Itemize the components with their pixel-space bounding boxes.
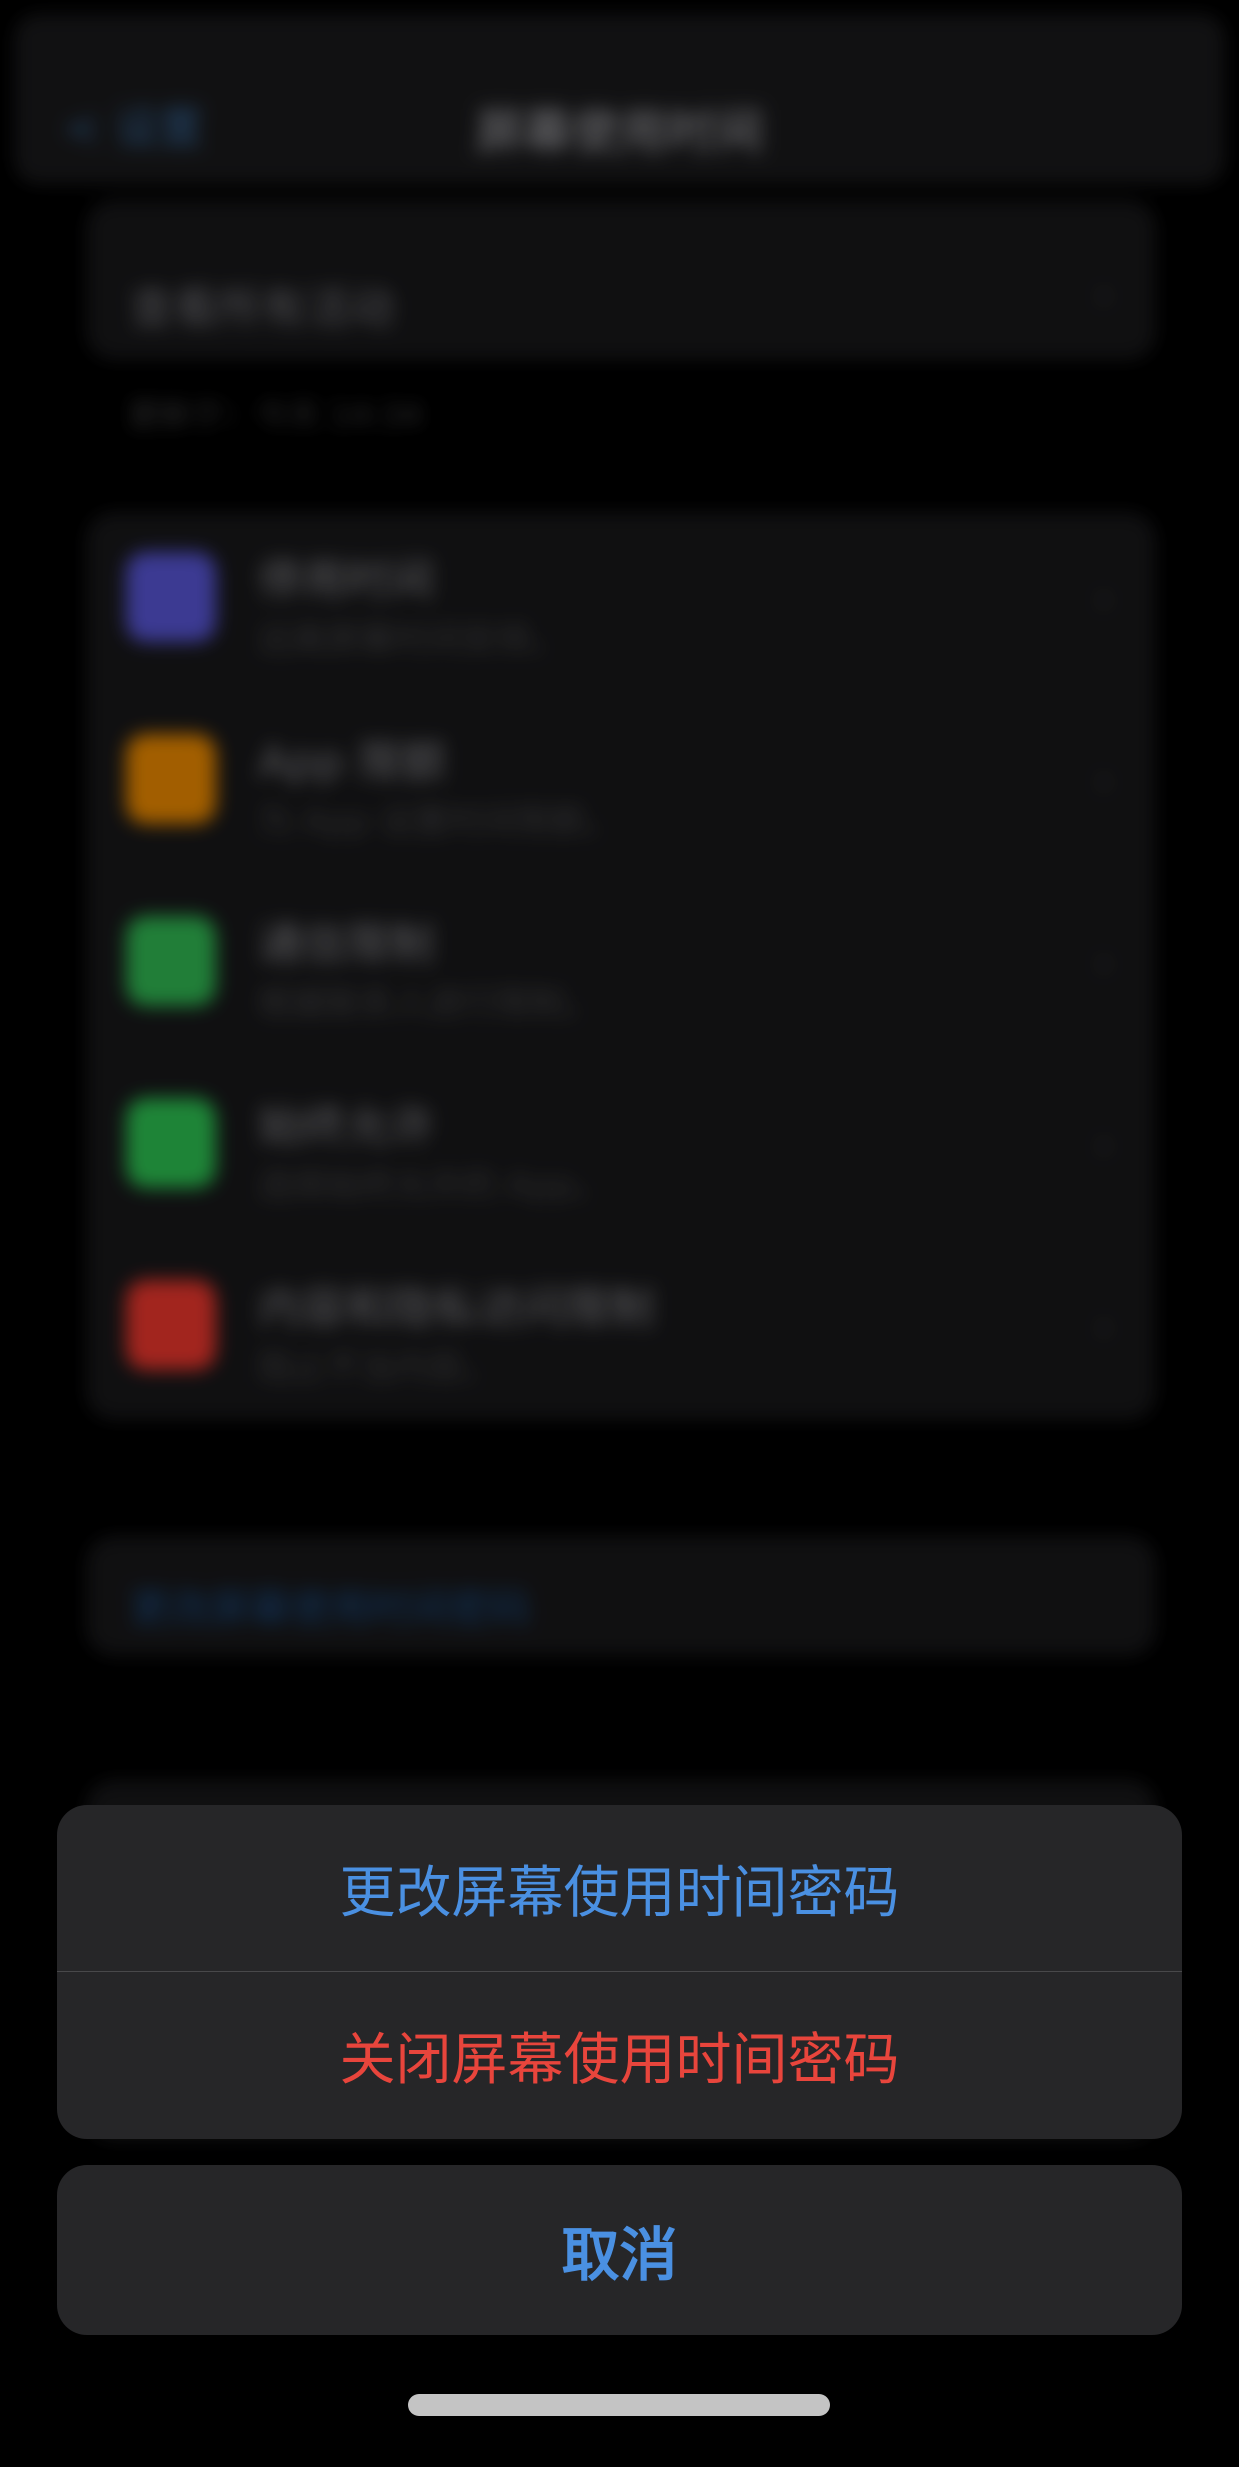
screen: < 设置 屏幕使用时间 查看所有活动 › 更新于：今天 14:34 停用时间 远… [0,0,1239,2467]
change-passcode-button[interactable]: 更改屏幕使用时间密码 [57,1805,1182,1971]
home-indicator[interactable] [408,2394,830,2416]
turn-off-passcode-button[interactable]: 关闭屏幕使用时间密码 [57,1972,1182,2138]
action-sheet: 更改屏幕使用时间密码 关闭屏幕使用时间密码 [57,1805,1182,2139]
cancel-button[interactable]: 取消 [57,2165,1182,2335]
